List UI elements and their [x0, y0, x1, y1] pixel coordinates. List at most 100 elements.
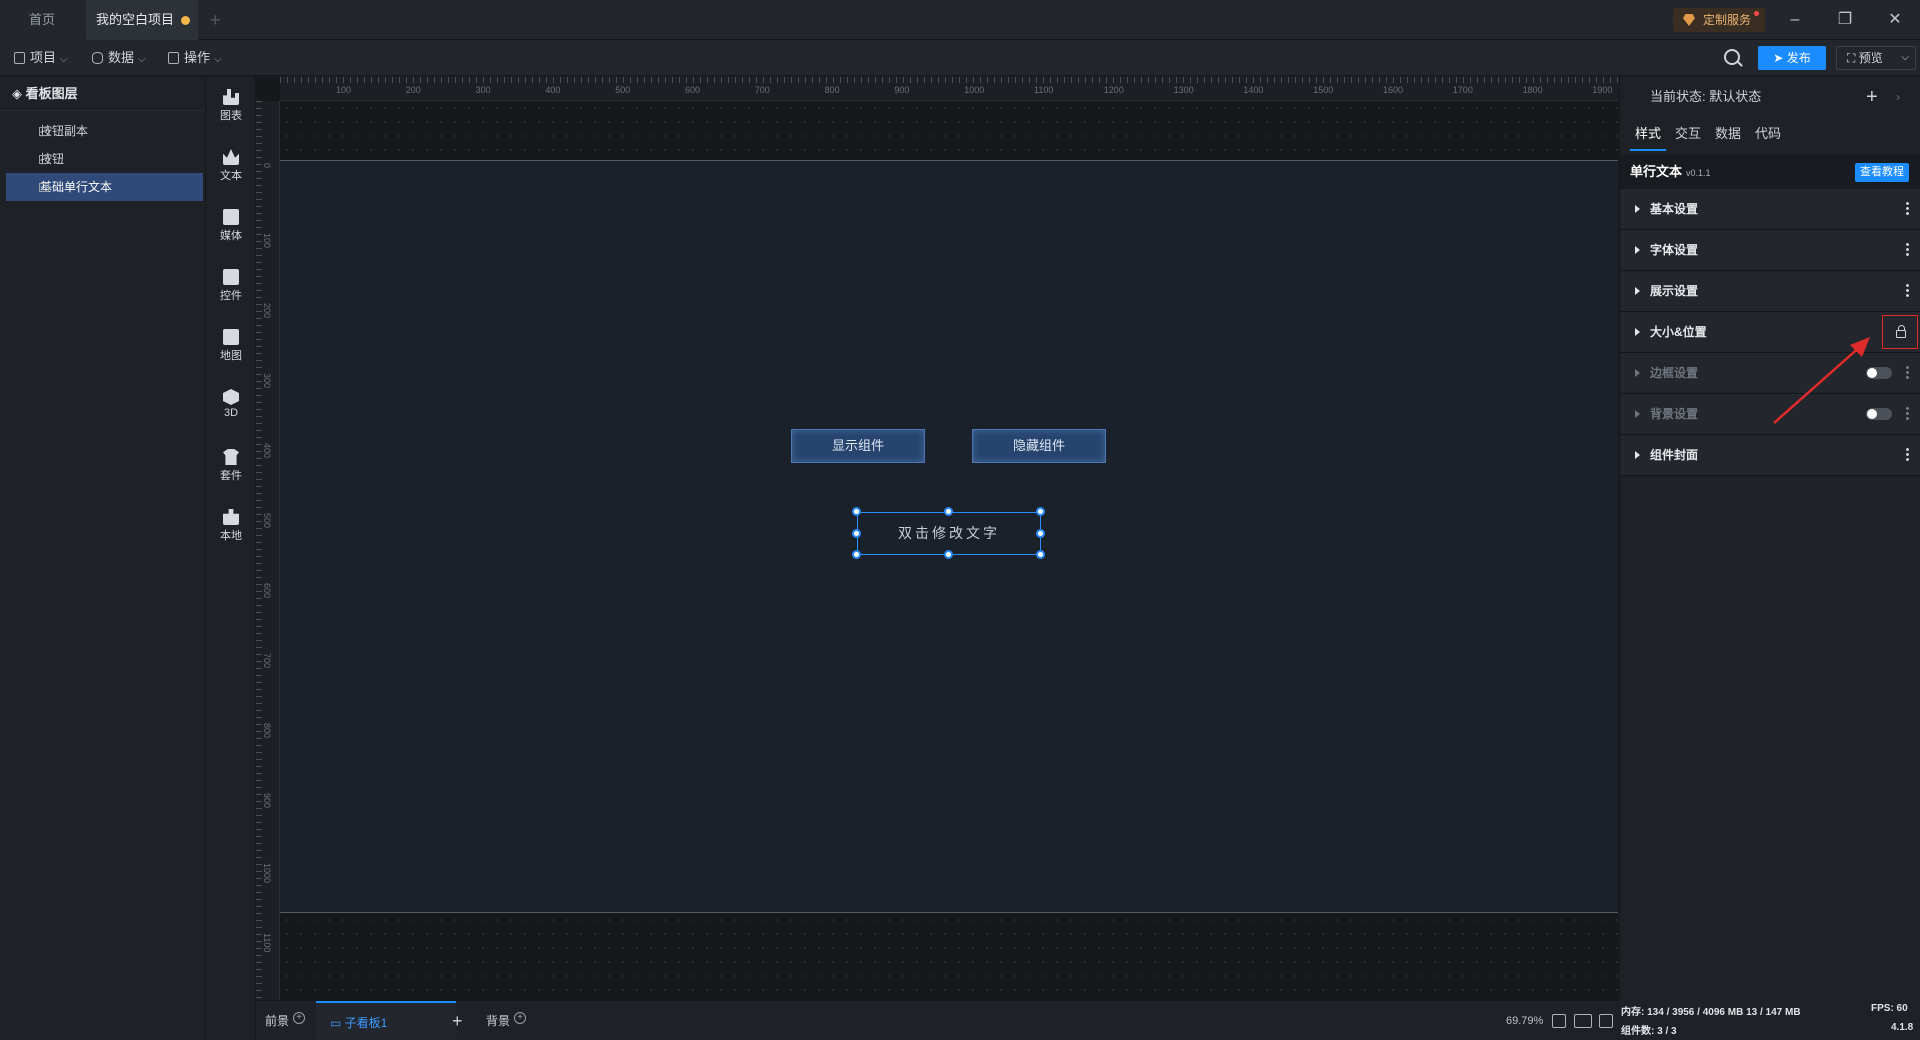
layer-item[interactable]: 按钮副本	[0, 117, 205, 145]
comp-label: 本地	[220, 530, 242, 542]
component-count: 组件数: 3 / 3	[1621, 1026, 1677, 1037]
tab-project[interactable]: 我的空白项目	[86, 0, 198, 40]
property-tabs: 样式 交互 数据 代码	[1620, 121, 1920, 151]
section-display[interactable]: 展示设置	[1620, 271, 1920, 312]
caret-right-icon	[1635, 246, 1640, 254]
ruler-label: 200	[405, 85, 421, 95]
section-label: 组件封面	[1650, 448, 1699, 462]
more-icon[interactable]	[1906, 447, 1909, 462]
tab-back[interactable]: 背景 +	[486, 1001, 527, 1040]
ruler-label: 400	[545, 85, 561, 95]
zoom-level[interactable]: 69.79%	[1506, 1001, 1543, 1040]
minimize-button[interactable]: –	[1772, 0, 1818, 40]
chevron-right-icon[interactable]: ›	[1896, 77, 1900, 117]
layers-header: ◈ 看板图层	[0, 77, 205, 111]
keyboard-icon[interactable]	[1574, 1014, 1592, 1028]
resize-handle[interactable]	[944, 550, 953, 559]
text-widget[interactable]: 双击修改文字	[857, 512, 1041, 555]
ruler-label: 1900	[1592, 85, 1613, 95]
ruler-label: 1100	[262, 933, 272, 953]
tutorial-button[interactable]: 查看教程	[1855, 163, 1909, 182]
comp-map[interactable]: 地图	[206, 329, 256, 363]
comp-local[interactable]: 本地	[206, 509, 256, 543]
comp-chart[interactable]: 图表	[206, 89, 256, 123]
data-menu[interactable]: 数据 ⌵	[92, 40, 146, 76]
custom-service-label: 定制服务	[1703, 13, 1752, 27]
layer-item[interactable]: 按钮	[0, 145, 205, 173]
terminal-icon[interactable]	[1599, 1014, 1613, 1028]
publish-label: 发布	[1786, 51, 1811, 65]
comp-3d[interactable]: 3D	[206, 389, 256, 419]
ruler-label: 500	[262, 513, 272, 529]
tab-code[interactable]: 代码	[1750, 121, 1786, 151]
close-button[interactable]: ✕	[1872, 0, 1918, 40]
ruler-label: 800	[824, 85, 840, 95]
resize-handle[interactable]	[944, 507, 953, 516]
section-cover[interactable]: 组件封面	[1620, 435, 1920, 476]
more-icon[interactable]	[1906, 406, 1909, 421]
chevron-down-icon: ⌵	[214, 54, 222, 65]
hide-component-button[interactable]: 隐藏组件	[972, 429, 1106, 463]
resize-handle[interactable]	[852, 507, 861, 516]
resize-handle[interactable]	[1036, 550, 1045, 559]
app-version: 4.1.8	[1891, 1022, 1914, 1033]
control-icon	[223, 269, 239, 285]
search-icon[interactable]	[1724, 49, 1740, 65]
ruler-ticks	[280, 77, 1618, 83]
state-selector[interactable]: 当前状态: 默认状态	[1650, 77, 1761, 117]
show-component-button[interactable]: 显示组件	[791, 429, 925, 463]
canvas-area[interactable]: 100 200 300 400 500 600 700 800 900 1000 1100 1200 1…	[256, 77, 1618, 1000]
lock-icon[interactable]	[1896, 325, 1906, 338]
resize-handle[interactable]	[852, 550, 861, 559]
more-icon[interactable]	[1906, 242, 1909, 257]
tab-back-label: 背景	[486, 1014, 511, 1028]
tab-style[interactable]: 样式	[1630, 121, 1666, 151]
comp-label: 文本	[220, 170, 242, 182]
more-icon[interactable]	[1906, 283, 1909, 298]
layers-title: 看板图层	[25, 86, 78, 101]
project-menu[interactable]: 项目 ⌵	[14, 40, 68, 76]
tab-front[interactable]: 前景 +	[265, 1001, 306, 1040]
add-state-button[interactable]: +	[1866, 77, 1878, 117]
add-board-button[interactable]: +	[452, 1001, 463, 1040]
text-icon	[223, 149, 239, 165]
add-circle-icon[interactable]: +	[514, 1012, 527, 1024]
resize-handle[interactable]	[852, 529, 861, 538]
layer-item-selected[interactable]: 基础单行文本	[6, 173, 203, 201]
custom-service-button[interactable]: 定制服务	[1673, 8, 1765, 32]
comp-kit[interactable]: 套件	[206, 449, 256, 483]
comp-text[interactable]: 文本	[206, 149, 256, 183]
board[interactable]: 显示组件 隐藏组件 双击修改文字	[280, 160, 1618, 913]
ruler-label: 200	[262, 303, 272, 319]
tab-sub-board[interactable]: ▭ 子看板1	[316, 1001, 456, 1040]
comp-media[interactable]: 媒体	[206, 209, 256, 243]
ruler-label: 400	[262, 443, 272, 459]
section-label: 边框设置	[1650, 366, 1699, 380]
add-circle-icon[interactable]: +	[293, 1012, 306, 1024]
restore-button[interactable]: ❐	[1822, 0, 1868, 40]
tab-data[interactable]: 数据	[1710, 121, 1746, 151]
layer-label: 基础单行文本	[40, 180, 113, 194]
add-tab-button[interactable]: +	[210, 0, 221, 40]
caret-right-icon	[1635, 410, 1640, 418]
more-icon[interactable]	[1906, 201, 1909, 216]
image-icon	[39, 155, 49, 164]
shirt-icon	[223, 449, 239, 465]
media-icon	[223, 209, 239, 225]
ruler-label: 1700	[1452, 85, 1473, 95]
ruler-label: 1600	[1383, 85, 1404, 95]
section-font[interactable]: 字体设置	[1620, 230, 1920, 271]
resize-handle[interactable]	[1036, 507, 1045, 516]
comp-control[interactable]: 控件	[206, 269, 256, 303]
section-basic[interactable]: 基本设置	[1620, 189, 1920, 230]
fit-screen-icon[interactable]	[1552, 1014, 1566, 1028]
section-label: 展示设置	[1650, 284, 1699, 298]
more-icon[interactable]	[1906, 365, 1909, 380]
tab-interaction[interactable]: 交互	[1670, 121, 1706, 151]
tab-home[interactable]: 首页	[0, 0, 84, 40]
section-label: 大小&位置	[1650, 325, 1707, 339]
resize-handle[interactable]	[1036, 529, 1045, 538]
ops-menu[interactable]: 操作 ⌵	[168, 40, 222, 76]
publish-button[interactable]: ➤ 发布	[1758, 46, 1826, 70]
preview-button[interactable]: ⛶ 预览 ⌵	[1836, 46, 1916, 70]
